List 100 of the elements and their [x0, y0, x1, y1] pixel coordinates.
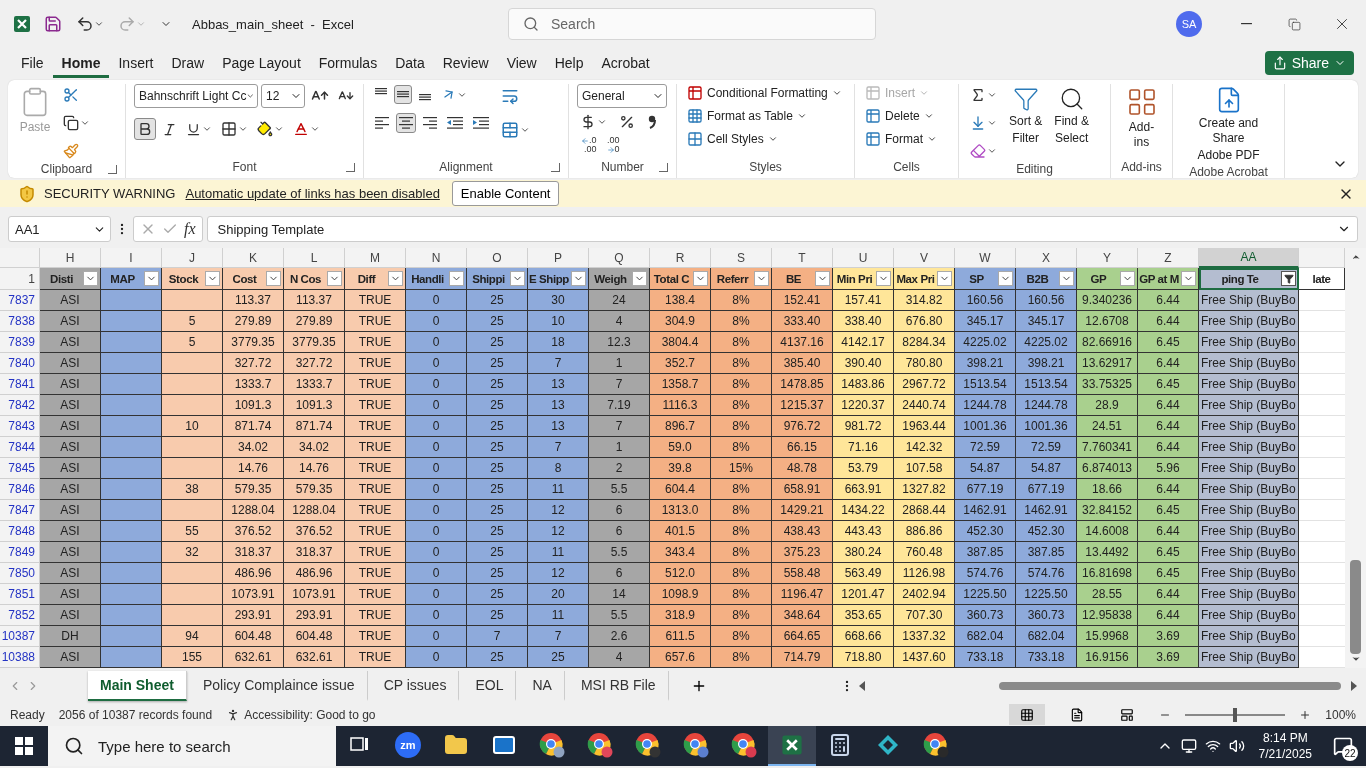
row-header[interactable]: 7849: [0, 542, 40, 563]
column-header[interactable]: J: [162, 248, 223, 268]
menu-tab[interactable]: Draw: [162, 48, 214, 78]
styles-menu-button[interactable]: Cell Styles: [685, 130, 844, 148]
column-header[interactable]: I: [101, 248, 162, 268]
zoom-slider[interactable]: [1185, 707, 1286, 722]
row-header[interactable]: 7837: [0, 290, 40, 311]
column-header[interactable]: T: [772, 248, 833, 268]
menu-tab[interactable]: View: [497, 48, 546, 78]
sheet-tab[interactable]: Policy Complaince issue: [190, 670, 368, 701]
column-header[interactable]: U: [833, 248, 894, 268]
column-header[interactable]: M: [345, 248, 406, 268]
font-name-field[interactable]: Bahnschrift Light Cc: [134, 84, 258, 108]
add-ins-button[interactable]: Add-ins: [1119, 84, 1164, 160]
dialog-launcher-icon[interactable]: [551, 163, 560, 172]
column-header[interactable]: L: [284, 248, 345, 268]
cells-menu-button[interactable]: Format: [863, 130, 939, 148]
zoom-in-icon[interactable]: [1299, 708, 1312, 721]
zoom-level[interactable]: 100%: [1325, 707, 1356, 722]
menu-tab[interactable]: Acrobat: [592, 48, 659, 78]
column-header[interactable]: Q: [589, 248, 650, 268]
name-box[interactable]: AA1: [8, 216, 111, 242]
search-field[interactable]: Search: [508, 8, 876, 40]
number-format-field[interactable]: General: [577, 84, 667, 108]
row-header[interactable]: 7848: [0, 521, 40, 542]
row-header[interactable]: 7845: [0, 458, 40, 479]
row-header[interactable]: 7850: [0, 563, 40, 584]
dialog-launcher-icon[interactable]: [659, 163, 668, 172]
column-header[interactable]: O: [467, 248, 528, 268]
clock[interactable]: 8:14 PM 7/21/2025: [1258, 730, 1312, 762]
menu-tab[interactable]: Insert: [109, 48, 163, 78]
row-header[interactable]: 7843: [0, 416, 40, 437]
column-header[interactable]: P: [528, 248, 589, 268]
sheet-tab[interactable]: MSI RB File: [568, 670, 669, 701]
scroll-thumb[interactable]: [1350, 559, 1361, 654]
formula-field[interactable]: Shipping Template: [206, 216, 1358, 242]
row-header[interactable]: 7844: [0, 437, 40, 458]
row-header[interactable]: 7841: [0, 374, 40, 395]
menu-tab[interactable]: Home: [52, 48, 110, 78]
dialog-launcher-icon[interactable]: [346, 163, 355, 172]
row-header[interactable]: 7839: [0, 332, 40, 353]
font-size-field[interactable]: 12: [261, 84, 305, 108]
filter-button[interactable]: [1281, 271, 1296, 286]
row-header[interactable]: 7842: [0, 395, 40, 416]
monitor-icon[interactable]: [1180, 738, 1197, 754]
create-pdf-button[interactable]: Create and Share Adobe PDF: [1181, 84, 1276, 165]
notifications-button[interactable]: 22: [1326, 726, 1360, 766]
menu-tab[interactable]: Review: [433, 48, 498, 78]
menu-tab[interactable]: Page Layout: [213, 48, 310, 78]
scroll-thumb[interactable]: [998, 681, 1342, 690]
column-header[interactable]: V: [894, 248, 955, 268]
row-header[interactable]: 7838: [0, 311, 40, 332]
column-header[interactable]: AA: [1199, 248, 1299, 268]
row-header[interactable]: 1: [0, 268, 40, 290]
horizontal-scrollbar[interactable]: [858, 678, 1358, 693]
share-button[interactable]: Share: [1264, 51, 1354, 75]
row-header[interactable]: 7846: [0, 479, 40, 500]
increase-decimal-button[interactable]: .0 .00: [577, 136, 601, 154]
accessibility-status[interactable]: Accessibility: Good to go: [226, 707, 376, 722]
taskbar-app-button[interactable]: [768, 726, 816, 766]
network-icon[interactable]: [1204, 738, 1221, 754]
enable-content-button[interactable]: Enable Content: [451, 181, 560, 206]
column-header[interactable]: N: [406, 248, 467, 268]
menu-tab[interactable]: Help: [545, 48, 593, 78]
row-header[interactable]: 7840: [0, 353, 40, 374]
sort-filter-button[interactable]: Sort & Filter: [1006, 84, 1046, 162]
view-button[interactable]: [1009, 704, 1046, 725]
zoom-thumb[interactable]: [1233, 707, 1238, 722]
styles-menu-button[interactable]: Conditional Formatting: [685, 84, 844, 102]
styles-menu-button[interactable]: Format as Table: [685, 107, 844, 125]
find-select-button[interactable]: Find & Select: [1051, 84, 1093, 162]
menu-tab[interactable]: Formulas: [309, 48, 387, 78]
taskbar-app-button[interactable]: zm: [384, 726, 432, 766]
cells-menu-button[interactable]: Delete: [863, 107, 939, 125]
row-header[interactable]: 7852: [0, 605, 40, 626]
insert-function-button[interactable]: fx: [184, 220, 196, 238]
warning-link[interactable]: Automatic update of links has been disabled: [185, 186, 440, 201]
sheet-tab[interactable]: EOL: [463, 670, 517, 701]
taskbar-search-field[interactable]: Type here to search: [48, 726, 336, 766]
column-header[interactable]: W: [955, 248, 1016, 268]
bold-button[interactable]: [134, 118, 156, 140]
row-header[interactable]: 7851: [0, 584, 40, 605]
volume-icon[interactable]: [1228, 738, 1245, 754]
row-header[interactable]: 7847: [0, 500, 40, 521]
sheet-tab[interactable]: NA: [520, 670, 565, 701]
column-header[interactable]: Z: [1138, 248, 1199, 268]
vertical-align-button[interactable]: [394, 85, 412, 104]
decrease-decimal-button[interactable]: .00 0: [602, 136, 624, 154]
column-header[interactable]: H: [40, 248, 101, 268]
dialog-launcher-icon[interactable]: [108, 165, 117, 174]
column-header[interactable]: X: [1016, 248, 1077, 268]
column-header[interactable]: R: [650, 248, 711, 268]
sheet-tab[interactable]: Main Sheet: [88, 670, 187, 701]
row-header[interactable]: 10387: [0, 626, 40, 647]
column-header[interactable]: K: [223, 248, 284, 268]
sheet-tab[interactable]: CP issues: [371, 670, 460, 701]
column-header[interactable]: Y: [1077, 248, 1138, 268]
row-header[interactable]: 10388: [0, 647, 40, 668]
column-header[interactable]: S: [711, 248, 772, 268]
menu-tab[interactable]: File: [12, 48, 53, 78]
